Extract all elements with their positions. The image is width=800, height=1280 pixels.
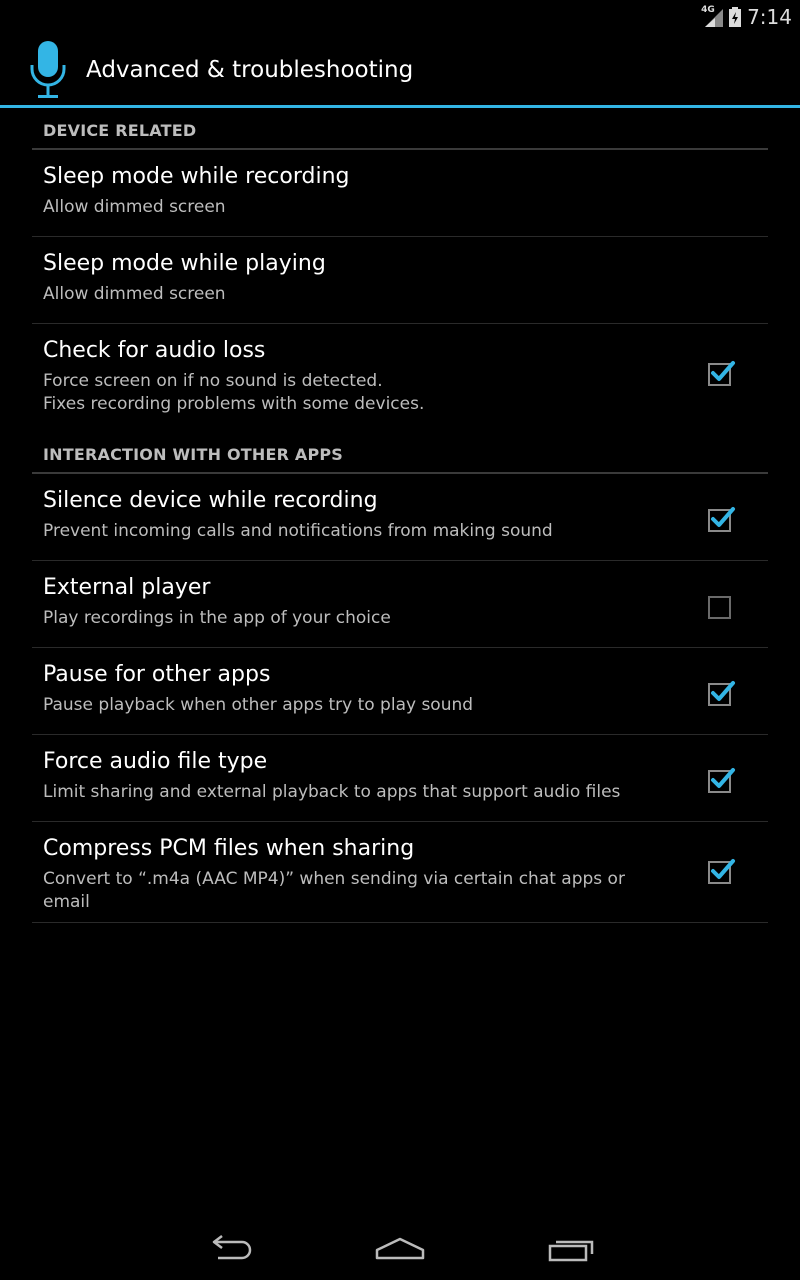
status-icons: 4G 7:14 [701, 0, 792, 33]
action-bar: Advanced & troubleshooting [0, 33, 800, 108]
checkbox-checked[interactable] [708, 767, 735, 793]
microphone-icon[interactable] [26, 39, 70, 101]
pref-title: Force audio file type [43, 749, 268, 774]
preferences-list: DEVICE RELATED Sleep mode while recording… [32, 108, 768, 923]
status-time: 7:14 [747, 4, 792, 29]
home-button[interactable] [370, 1228, 430, 1268]
category-interaction-with-other-apps: INTERACTION WITH OTHER APPS [32, 432, 768, 474]
pref-external-player[interactable]: External player Play recordings in the ap… [32, 561, 768, 648]
network-type-label: 4G [701, 4, 715, 15]
status-bar: 4G 7:14 [0, 0, 800, 33]
recent-apps-button[interactable] [540, 1228, 600, 1268]
pref-summary: Force screen on if no sound is detected.… [43, 371, 425, 414]
category-title: DEVICE RELATED [43, 121, 197, 140]
pref-title: Sleep mode while playing [43, 251, 326, 276]
pref-summary: Play recordings in the app of your choic… [43, 608, 391, 628]
pref-check-audio-loss[interactable]: Check for audio loss Force screen on if n… [32, 324, 768, 432]
back-icon [212, 1235, 252, 1260]
battery-icon [729, 6, 742, 27]
pref-summary: Limit sharing and external playback to a… [43, 782, 621, 802]
back-button[interactable] [200, 1228, 260, 1268]
checkbox-unchecked[interactable] [708, 593, 731, 619]
pref-summary: Allow dimmed screen [43, 284, 226, 304]
category-title: INTERACTION WITH OTHER APPS [43, 445, 344, 464]
pref-title: Check for audio loss [43, 338, 266, 363]
pref-sleep-mode-playing[interactable]: Sleep mode while playing Allow dimmed scr… [32, 237, 768, 324]
pref-summary: Convert to “.m4a (AAC MP4)” when sending… [43, 869, 625, 912]
navigation-bar [0, 1216, 800, 1280]
pref-force-audio-file-type[interactable]: Force audio file type Limit sharing and e… [32, 735, 768, 822]
pref-title: Silence device while recording [43, 488, 378, 513]
signal-icon: 4G [701, 4, 724, 27]
checkbox-checked[interactable] [708, 506, 735, 532]
pref-silence-device[interactable]: Silence device while recording Prevent in… [32, 474, 768, 561]
home-icon [375, 1237, 425, 1260]
checkbox-checked[interactable] [708, 680, 735, 706]
pref-compress-pcm[interactable]: Compress PCM files when sharing Convert t… [32, 822, 768, 923]
checkbox-checked[interactable] [708, 858, 735, 884]
pref-title: Compress PCM files when sharing [43, 836, 415, 861]
page-title: Advanced & troubleshooting [86, 57, 414, 83]
pref-title: Sleep mode while recording [43, 164, 350, 189]
recent-apps-icon [548, 1240, 594, 1262]
pref-title: Pause for other apps [43, 662, 271, 687]
pref-summary: Pause playback when other apps try to pl… [43, 695, 474, 715]
pref-sleep-mode-recording[interactable]: Sleep mode while recording Allow dimmed s… [32, 150, 768, 237]
pref-pause-for-other-apps[interactable]: Pause for other apps Pause playback when … [32, 648, 768, 735]
pref-summary: Prevent incoming calls and notifications… [43, 521, 553, 541]
checkbox-checked[interactable] [708, 360, 735, 386]
pref-summary: Allow dimmed screen [43, 197, 226, 217]
pref-title: External player [43, 575, 211, 600]
category-device-related: DEVICE RELATED [32, 108, 768, 150]
